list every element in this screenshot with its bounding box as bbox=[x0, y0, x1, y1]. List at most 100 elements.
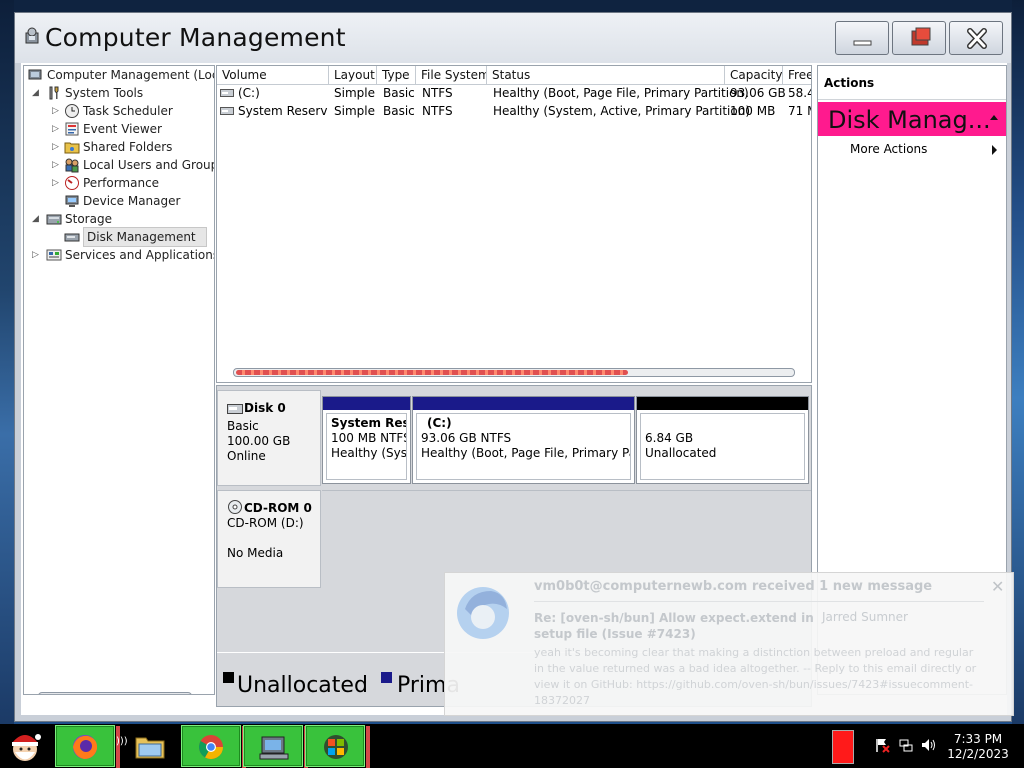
cdrom-type: CD-ROM (D:) bbox=[227, 516, 304, 530]
network-icon[interactable] bbox=[898, 737, 914, 753]
actions-section-disk-management[interactable]: Disk Manag... bbox=[818, 102, 1006, 136]
partition-status: Unallocated bbox=[645, 446, 717, 460]
tree-label: Task Scheduler bbox=[83, 104, 173, 118]
collapse-arrow-icon[interactable]: ◢ bbox=[32, 210, 41, 228]
computer-management-icon bbox=[25, 27, 39, 44]
start-button-icon[interactable] bbox=[4, 725, 46, 767]
collapse-arrow-icon[interactable]: ◢ bbox=[32, 84, 41, 102]
taskbar-chrome-button[interactable] bbox=[181, 725, 246, 768]
volume-icon[interactable] bbox=[920, 737, 936, 753]
expand-arrow-icon[interactable]: ▷ bbox=[52, 120, 61, 138]
clock-date: 12/2/2023 bbox=[947, 747, 1009, 761]
expand-arrow-icon[interactable]: ▷ bbox=[52, 156, 61, 174]
minimize-button[interactable] bbox=[835, 21, 889, 55]
notification-subject[interactable]: Re: [oven-sh/bun] Allow expect.extend in… bbox=[534, 610, 824, 642]
disk-0-label[interactable]: Disk 0 Basic 100.00 GB Online bbox=[217, 390, 321, 486]
taskbar-windows-button[interactable] bbox=[305, 725, 370, 768]
expand-arrow-icon[interactable]: ▷ bbox=[32, 246, 41, 264]
cell-file-system: NTFS bbox=[422, 86, 453, 100]
close-notification-icon[interactable]: ✕ bbox=[991, 577, 1004, 596]
taskbar-explorer-button[interactable] bbox=[120, 725, 180, 767]
close-button[interactable] bbox=[949, 21, 1003, 55]
partition-system-reserved[interactable]: System Reser 100 MB NTFS Healthy (Syste bbox=[322, 396, 411, 484]
services-icon bbox=[46, 249, 62, 261]
partition-name: System Reser bbox=[331, 416, 406, 430]
cell-volume: System Reserved bbox=[238, 104, 328, 118]
clock-time: 7:33 PM bbox=[953, 732, 1003, 746]
cdrom-0-label[interactable]: CD-ROM 0 CD-ROM (D:) No Media bbox=[217, 490, 321, 588]
navigation-tree[interactable]: Computer Management (Local ◢ System Tool… bbox=[23, 65, 215, 695]
cell-capacity: 93.06 GB bbox=[730, 86, 786, 100]
partition-unallocated[interactable]: 6.84 GB Unallocated bbox=[636, 396, 809, 484]
file-explorer-icon bbox=[135, 737, 165, 759]
cell-type: Basic bbox=[383, 104, 415, 118]
partition-color-bar bbox=[637, 397, 808, 410]
device-manager-icon bbox=[65, 195, 79, 207]
column-header-free[interactable]: Free bbox=[783, 66, 811, 84]
legend-label-unallocated: Unallocated bbox=[237, 673, 368, 698]
cell-volume: (C:) bbox=[238, 86, 260, 100]
cell-free: 71 M bbox=[788, 104, 811, 118]
action-center-flag-icon[interactable] bbox=[874, 737, 890, 753]
tree-label: Shared Folders bbox=[83, 140, 173, 154]
column-header-type[interactable]: Type bbox=[377, 66, 416, 84]
show-desktop-indicator[interactable] bbox=[832, 730, 854, 764]
chrome-icon bbox=[198, 735, 223, 760]
disk-type: Basic bbox=[227, 419, 259, 433]
tree-horizontal-scrollbar[interactable] bbox=[38, 692, 192, 695]
disk-icon bbox=[227, 404, 243, 414]
cell-free: 58.4 bbox=[788, 86, 811, 100]
actions-header: Actions bbox=[818, 66, 1006, 100]
storage-icon bbox=[46, 214, 62, 225]
tools-icon bbox=[49, 86, 59, 100]
column-header-file-system[interactable]: File System bbox=[416, 66, 487, 84]
volume-list[interactable]: Volume Layout Type File System Status Ca… bbox=[216, 65, 812, 383]
tree-label: Disk Management bbox=[83, 227, 207, 247]
title-bar[interactable]: Computer Management bbox=[15, 13, 1011, 63]
scrollbar-thumb[interactable] bbox=[236, 370, 628, 375]
drive-icon bbox=[220, 89, 234, 97]
cell-type: Basic bbox=[383, 86, 415, 100]
desktop-wallpaper-left bbox=[0, 0, 14, 724]
notification-sender: vm0b0t@computernewb.com received 1 new m… bbox=[534, 579, 933, 594]
column-header-capacity[interactable]: Capacity bbox=[725, 66, 783, 84]
disk-icon bbox=[64, 233, 80, 242]
submenu-arrow-icon[interactable] bbox=[992, 145, 997, 155]
taskbar: ))) 7:33 PM 12/2/2023 bbox=[0, 724, 1024, 768]
restore-button[interactable] bbox=[892, 21, 946, 55]
notification-body: yeah it's becoming clear that making a d… bbox=[534, 646, 977, 707]
thunderbird-icon bbox=[457, 587, 509, 639]
taskbar-firefox-button[interactable] bbox=[55, 725, 120, 768]
partition-name: (C:) bbox=[427, 416, 452, 430]
scrollbar-thumb[interactable] bbox=[41, 694, 181, 695]
mail-notification[interactable]: vm0b0t@computernewb.com received 1 new m… bbox=[444, 572, 1014, 716]
cell-layout: Simple bbox=[334, 104, 375, 118]
column-header-status[interactable]: Status bbox=[487, 66, 725, 84]
tree-label: Device Manager bbox=[83, 194, 181, 208]
tree-label: Local Users and Groups bbox=[83, 158, 215, 172]
taskbar-clock[interactable]: 7:33 PM 12/2/2023 bbox=[942, 732, 1014, 762]
partition-c[interactable]: (C:) 93.06 GB NTFS Healthy (Boot, Page F… bbox=[412, 396, 635, 484]
table-row[interactable]: System Reserved Simple Basic NTFS Health… bbox=[217, 102, 811, 120]
column-header-volume[interactable]: Volume bbox=[217, 66, 329, 84]
column-header-layout[interactable]: Layout bbox=[329, 66, 377, 84]
partition-status: Healthy (Boot, Page File, Primary Partit… bbox=[421, 446, 630, 460]
taskbar-computer-management-button[interactable] bbox=[243, 725, 308, 768]
notification-divider bbox=[534, 601, 984, 602]
collapse-caret-icon[interactable] bbox=[990, 115, 998, 120]
cell-capacity: 100 MB bbox=[730, 104, 776, 118]
more-actions-item[interactable]: More Actions bbox=[850, 142, 927, 156]
drive-icon bbox=[220, 107, 234, 115]
expand-arrow-icon[interactable]: ▷ bbox=[52, 102, 61, 120]
list-horizontal-scrollbar[interactable] bbox=[233, 368, 795, 377]
cell-layout: Simple bbox=[334, 86, 375, 100]
cdrom-icon bbox=[228, 500, 242, 514]
performance-icon bbox=[65, 176, 79, 190]
table-row[interactable]: (C:) Simple Basic NTFS Healthy (Boot, Pa… bbox=[217, 84, 811, 102]
taskbar-button-edge bbox=[366, 726, 370, 768]
partition-status: Healthy (Syste bbox=[331, 446, 407, 460]
expand-arrow-icon[interactable]: ▷ bbox=[52, 174, 61, 192]
partition-body: System Reser 100 MB NTFS Healthy (Syste bbox=[326, 413, 407, 480]
clock-icon bbox=[65, 104, 79, 118]
expand-arrow-icon[interactable]: ▷ bbox=[52, 138, 61, 156]
